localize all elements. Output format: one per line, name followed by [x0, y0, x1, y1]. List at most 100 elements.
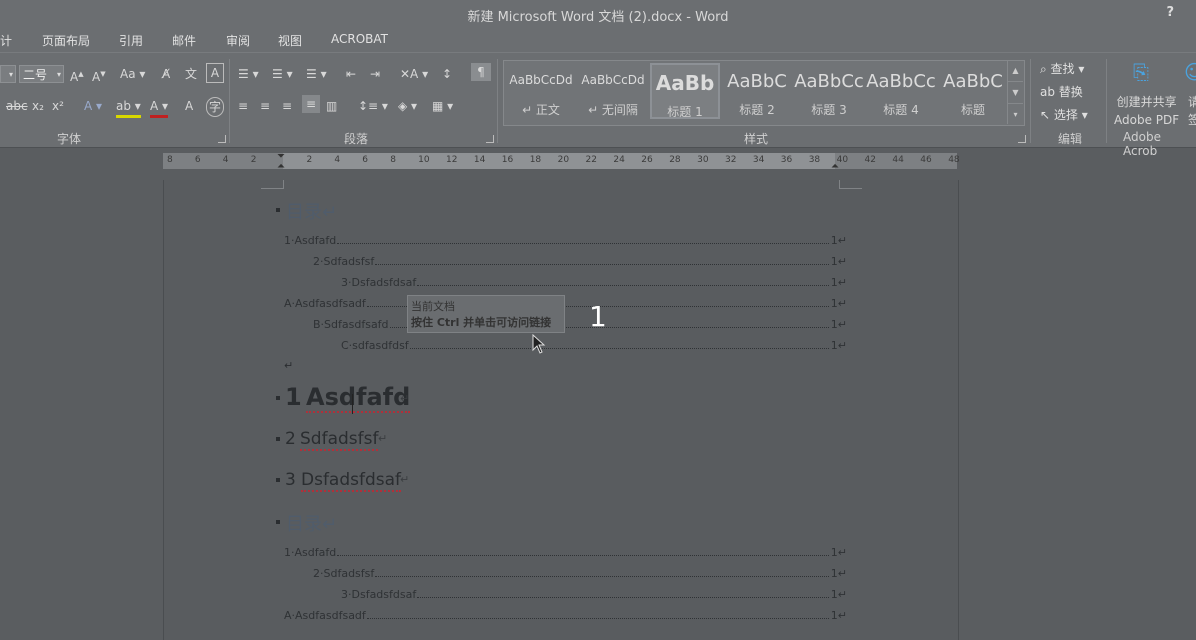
- mouse-pointer-icon: [532, 334, 546, 354]
- character-shading-icon[interactable]: A: [185, 97, 193, 115]
- tab-layout[interactable]: 页面布局: [42, 32, 90, 49]
- style-heading-2[interactable]: AaBbC 标题 2: [722, 63, 792, 119]
- toc-entry[interactable]: C·sdfasdfdsf 1↵: [341, 339, 847, 355]
- change-case-button[interactable]: Aa ▾: [120, 65, 145, 83]
- clear-formatting-icon[interactable]: A̸: [162, 65, 170, 83]
- enclose-characters-icon[interactable]: 字: [206, 97, 224, 117]
- tab-design[interactable]: 计: [0, 32, 12, 49]
- style-heading-3[interactable]: AaBbCc 标题 3: [794, 63, 864, 119]
- toc-entry[interactable]: 2·Sdfadsfsf 1↵: [313, 567, 847, 583]
- ruler-tick-label: 48: [948, 155, 960, 165]
- styles-scroll[interactable]: ▲ ▼ ▾: [1007, 60, 1023, 124]
- subscript-icon[interactable]: x₂: [32, 97, 44, 115]
- toc-entry-text[interactable]: C·sdfasdfdsf: [341, 339, 409, 352]
- heading-3-text[interactable]: Dsfadsfdsaf: [301, 470, 402, 492]
- shrink-font-icon[interactable]: A▼: [92, 65, 106, 86]
- toc-entry-text[interactable]: A·Asdfasdfsadf: [284, 297, 366, 310]
- heading-1-text[interactable]: Asdfafd: [306, 383, 411, 413]
- help-icon[interactable]: ?: [1166, 5, 1174, 20]
- chevron-down-icon[interactable]: ▼: [1008, 82, 1023, 104]
- tab-view[interactable]: 视图: [278, 32, 302, 49]
- bullets-icon[interactable]: ☰ ▾: [238, 65, 259, 83]
- right-indent-marker[interactable]: ⏶: [831, 161, 839, 172]
- toc-entry[interactable]: 3·Dsfadsfdsaf 1↵: [341, 276, 847, 292]
- shading-icon[interactable]: ◈ ▾: [398, 97, 417, 115]
- toc-entry-text[interactable]: 2·Sdfadsfsf: [313, 567, 374, 580]
- toc-title[interactable]: 目录↵: [286, 198, 337, 224]
- toc-entry-text[interactable]: 1·Asdfafd: [284, 546, 336, 559]
- strikethrough-icon[interactable]: abc: [6, 97, 28, 115]
- select-button[interactable]: ↖ 选择 ▾: [1040, 106, 1088, 123]
- chevron-up-icon[interactable]: ▲: [1008, 60, 1023, 82]
- text-effects-icon[interactable]: A ▾: [84, 97, 102, 115]
- find-button[interactable]: ⌕ 查找 ▾: [1040, 60, 1084, 77]
- paragraph-dialog-launcher-icon[interactable]: [486, 135, 494, 143]
- toc-entry-text[interactable]: 3·Dsfadsfdsaf: [341, 588, 416, 601]
- style-normal[interactable]: AaBbCcDd ↵ 正文: [506, 63, 576, 119]
- toc-entry[interactable]: B·Sdfasdfsafd 1↵: [313, 318, 847, 334]
- tab-acrobat[interactable]: ACROBAT: [331, 32, 388, 46]
- toc-entry[interactable]: 2·Sdfadsfsf 1↵: [313, 255, 847, 271]
- line-spacing-icon[interactable]: ↕≡ ▾: [358, 97, 388, 115]
- toc-entry[interactable]: 1·Asdfafd 1↵: [284, 234, 847, 250]
- multilevel-list-icon[interactable]: ☰ ▾: [306, 65, 327, 83]
- style-title[interactable]: AaBbC 标题: [938, 63, 1008, 119]
- window-title: 新建 Microsoft Word 文档 (2).docx - Word: [467, 10, 729, 25]
- decrease-indent-icon[interactable]: ⇤: [346, 65, 356, 83]
- heading-1-number[interactable]: 1: [285, 383, 302, 411]
- ruler-tick-label: 20: [557, 155, 570, 165]
- toc-entry[interactable]: 3·Dsfadsfdsaf 1↵: [341, 588, 847, 604]
- create-share-pdf-button[interactable]: 创建并共享 Adobe PDF: [1114, 93, 1179, 129]
- toc-entry[interactable]: A·Asdfasdfsadf 1↵: [284, 297, 847, 313]
- toc-entry-text[interactable]: B·Sdfasdfsafd: [313, 318, 389, 331]
- left-indent-marker[interactable]: ⏶: [277, 161, 285, 172]
- show-marks-icon[interactable]: ¶: [471, 63, 491, 81]
- more-styles-icon[interactable]: ▾: [1008, 104, 1023, 125]
- character-border-icon[interactable]: A: [206, 63, 224, 83]
- ruler-tick-label: 32: [725, 155, 737, 165]
- borders-icon[interactable]: ▦ ▾: [432, 97, 453, 115]
- numbering-icon[interactable]: ☰ ▾: [272, 65, 293, 83]
- phonetic-guide-icon[interactable]: 文: [185, 65, 197, 83]
- highlight-color-icon[interactable]: ab ▾: [116, 97, 141, 118]
- distributed-icon[interactable]: ▥: [326, 97, 337, 115]
- align-left-icon[interactable]: ≡: [238, 97, 248, 115]
- divider: [229, 59, 230, 143]
- toc-entry-text[interactable]: 2·Sdfadsfsf: [313, 255, 374, 268]
- toc-entry[interactable]: 1·Asdfafd 1↵: [284, 546, 847, 562]
- heading-2-text[interactable]: Sdfadsfsf: [300, 429, 379, 451]
- align-right-icon[interactable]: ≡: [282, 97, 292, 115]
- font-size-combo[interactable]: 二号 ▾: [19, 65, 64, 83]
- font-name-combo[interactable]: ▾: [0, 65, 16, 83]
- grow-font-icon[interactable]: A▲: [70, 65, 84, 86]
- empty-paragraph[interactable]: ↵: [284, 359, 293, 372]
- increase-indent-icon[interactable]: ⇥: [370, 65, 380, 83]
- horizontal-ruler[interactable]: 8 6 4 2 2 4 6 8 10 12 14 16 18 20 22 24 26 28 30 32 34 36 38 40…: [163, 151, 960, 172]
- toc-entry-text[interactable]: 1·Asdfafd: [284, 234, 336, 247]
- font-color-icon[interactable]: A ▾: [150, 97, 169, 118]
- tab-references[interactable]: 引用: [119, 32, 143, 49]
- styles-dialog-launcher-icon[interactable]: [1018, 135, 1026, 143]
- ruler-tick-label: 24: [613, 155, 625, 165]
- superscript-icon[interactable]: x²: [52, 97, 64, 115]
- toc-entry-text[interactable]: 3·Dsfadsfdsaf: [341, 276, 416, 289]
- sort-icon[interactable]: ↕: [442, 65, 452, 83]
- chinese-layout-icon[interactable]: ✕A ▾: [400, 65, 428, 83]
- justify-icon[interactable]: ≡: [302, 95, 320, 113]
- heading-2-number[interactable]: 2: [285, 429, 296, 449]
- align-center-icon[interactable]: ≡: [260, 97, 270, 115]
- style-no-spacing[interactable]: AaBbCcDd ↵ 无间隔: [578, 63, 648, 119]
- ruler-tick-label: 8: [167, 155, 173, 165]
- tab-mailings[interactable]: 邮件: [172, 32, 196, 49]
- heading-3-number[interactable]: 3: [285, 470, 296, 490]
- toc-entry-text[interactable]: A·Asdfasdfsadf: [284, 609, 366, 622]
- toc-entry[interactable]: A·Asdfasdfsadf 1↵: [284, 609, 847, 625]
- font-dialog-launcher-icon[interactable]: [218, 135, 226, 143]
- tab-review[interactable]: 审阅: [226, 32, 250, 49]
- replace-button[interactable]: ab 替换: [1040, 83, 1083, 100]
- request-signature-button[interactable]: 请签: [1188, 93, 1196, 129]
- toc-page-number: 1↵: [830, 588, 847, 601]
- style-heading-1[interactable]: AaBb 标题 1: [650, 63, 720, 119]
- style-heading-4[interactable]: AaBbCc 标题 4: [866, 63, 936, 119]
- toc-title-2[interactable]: 目录↵: [286, 510, 337, 536]
